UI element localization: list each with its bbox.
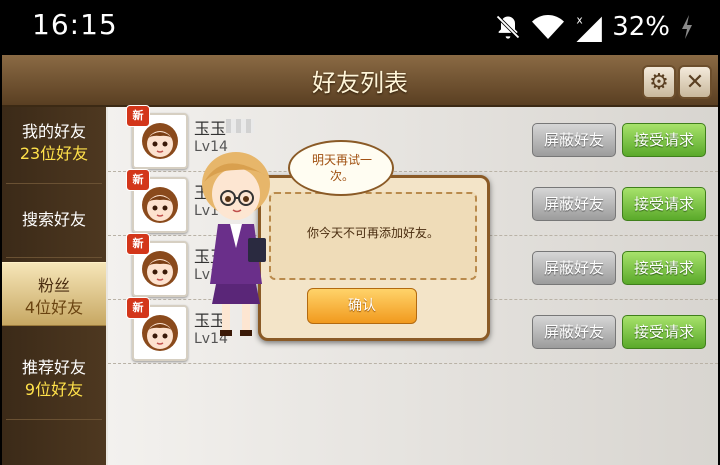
sidebar-divider <box>6 183 102 184</box>
sidebar-item-count: 4位好友 <box>24 298 84 317</box>
sidebar-item-fans[interactable]: 粉丝 4位好友 <box>2 262 106 326</box>
accept-request-button[interactable]: 接受请求 <box>622 251 706 285</box>
status-bar: 16:15 x 32% <box>0 0 720 55</box>
avatar[interactable]: 新 <box>126 105 188 169</box>
speech-bubble-text: 明天再试一次。 <box>311 153 372 183</box>
svg-text:x: x <box>577 15 583 27</box>
accept-request-button[interactable]: 接受请求 <box>622 123 706 157</box>
friend-name: 玉玉 <box>194 119 227 138</box>
sidebar-item-my-friends[interactable]: 我的好友 23位好友 <box>2 121 106 173</box>
dialog-message: 你今天不可再添加好友。 <box>306 226 439 240</box>
sidebar-item-search-friends[interactable]: 搜索好友 <box>2 209 106 239</box>
name-blur <box>226 119 254 133</box>
status-icons: x 32% <box>494 10 694 44</box>
confirm-button[interactable]: 确认 <box>307 288 417 324</box>
new-badge: 新 <box>126 105 150 127</box>
avatar[interactable]: 新 <box>126 297 188 361</box>
sidebar-item-label: 粉丝 <box>37 276 70 295</box>
sidebar-divider <box>6 257 102 258</box>
settings-button[interactable]: ⚙ <box>642 65 676 99</box>
close-button[interactable]: ✕ <box>678 65 712 99</box>
dialog-message-box: 你今天不可再添加好友。 <box>269 192 477 280</box>
block-friend-button[interactable]: 屏蔽好友 <box>532 251 616 285</box>
status-time: 16:15 <box>32 8 118 41</box>
new-badge: 新 <box>126 169 150 191</box>
avatar[interactable]: 新 <box>126 169 188 233</box>
signal-icon: x <box>576 15 603 42</box>
sidebar-item-count: 23位好友 <box>19 144 89 163</box>
block-friend-button[interactable]: 屏蔽好友 <box>532 315 616 349</box>
new-badge: 新 <box>126 297 150 319</box>
block-friend-button[interactable]: 屏蔽好友 <box>532 187 616 221</box>
notifications-off-icon <box>496 15 520 39</box>
sidebar-item-label: 我的好友 <box>21 122 86 141</box>
wifi-icon <box>532 15 565 39</box>
title-bar: 好友列表 ⚙ ✕ <box>2 55 718 107</box>
sidebar-divider <box>6 419 102 420</box>
avatar[interactable]: 新 <box>126 233 188 297</box>
mascot-character-icon <box>202 152 270 336</box>
accept-request-button[interactable]: 接受请求 <box>622 187 706 221</box>
sidebar-item-count: 9位好友 <box>24 380 84 399</box>
new-badge: 新 <box>126 233 150 255</box>
battery-percent: 32% <box>612 12 670 42</box>
sidebar-item-label: 推荐好友 <box>21 358 86 377</box>
sidebar-item-label: 搜索好友 <box>21 210 86 229</box>
limit-dialog: 你今天不可再添加好友。 确认 <box>258 175 490 341</box>
sidebar: 我的好友 23位好友 搜索好友 粉丝 4位好友 推荐好友 9位好友 <box>2 107 106 465</box>
sidebar-item-recommended[interactable]: 推荐好友 9位好友 <box>2 357 106 409</box>
close-icon: ✕ <box>685 69 705 95</box>
window-title: 好友列表 <box>312 69 408 97</box>
speech-bubble: 明天再试一次。 <box>288 140 394 196</box>
battery-charging-icon <box>682 15 692 39</box>
accept-request-button[interactable]: 接受请求 <box>622 315 706 349</box>
gear-icon: ⚙ <box>649 69 669 95</box>
block-friend-button[interactable]: 屏蔽好友 <box>532 123 616 157</box>
